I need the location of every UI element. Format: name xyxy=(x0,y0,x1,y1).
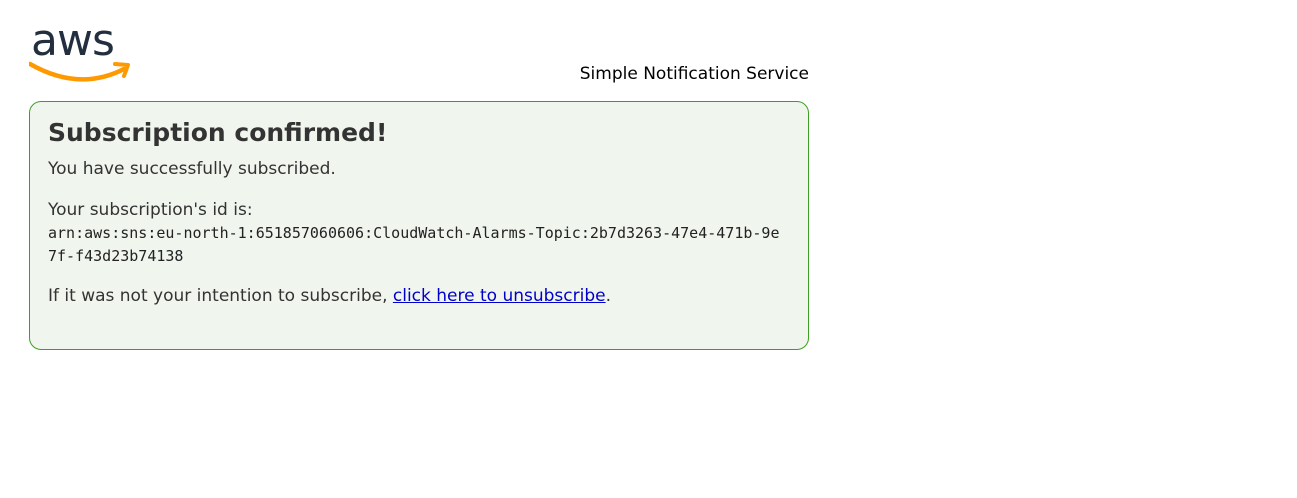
unsubscribe-suffix: . xyxy=(605,286,612,306)
unsubscribe-link[interactable]: click here to unsubscribe xyxy=(393,286,606,306)
subscription-arn: arn:aws:sns:eu-north-1:651857060606:Clou… xyxy=(48,224,780,265)
aws-logo: aws xyxy=(29,18,130,82)
subscription-id-label: Your subscription's id is: xyxy=(48,200,253,220)
aws-logo-text: aws xyxy=(31,18,114,66)
subscription-id-block: Your subscription's id is: arn:aws:sns:e… xyxy=(48,199,790,268)
success-message: You have successfully subscribed. xyxy=(48,159,336,179)
unsubscribe-prefix: If it was not your intention to subscrib… xyxy=(48,286,393,306)
page-container: aws Simple Notification Service Subscrip… xyxy=(29,18,809,350)
aws-smile-icon xyxy=(29,61,127,82)
unsubscribe-message: If it was not your intention to subscrib… xyxy=(48,285,790,308)
page-header: aws Simple Notification Service xyxy=(29,18,809,101)
service-name: Simple Notification Service xyxy=(579,64,809,84)
confirmation-box: Subscription confirmed! You have success… xyxy=(29,101,809,350)
confirmation-title: Subscription confirmed! xyxy=(48,118,388,147)
